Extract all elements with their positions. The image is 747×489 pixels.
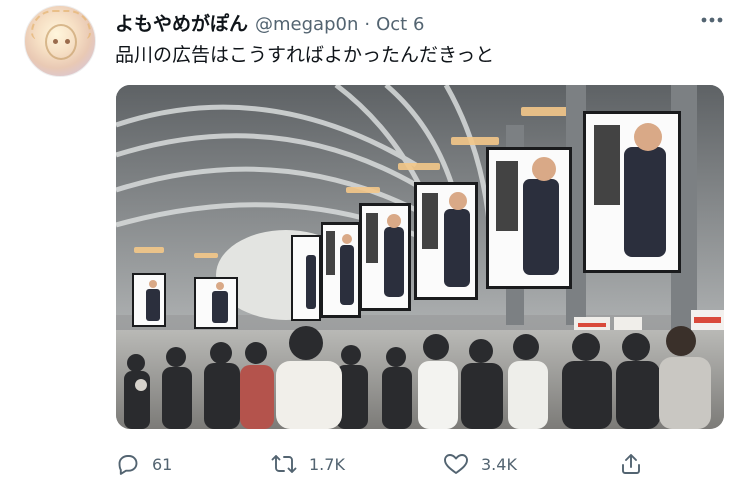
tweet-media-photo[interactable]	[116, 85, 724, 429]
reply-count: 61	[152, 454, 173, 474]
more-options-button[interactable]	[700, 8, 724, 32]
avatar-face-decoration	[45, 24, 77, 60]
avatar[interactable]	[24, 5, 96, 77]
separator-dot: ·	[364, 14, 371, 35]
retweet-count: 1.7K	[309, 454, 345, 474]
tweet-date[interactable]: Oct 6	[376, 14, 424, 35]
station-photo-illustration	[116, 85, 724, 429]
tweet-actions-bar: 61 1.7K 3.4K	[116, 446, 726, 482]
avatar-eye-decoration	[65, 39, 70, 44]
reply-button[interactable]: 61	[116, 446, 172, 482]
user-handle[interactable]: @megap0n	[255, 14, 358, 35]
like-count: 3.4K	[481, 454, 517, 474]
share-icon	[622, 454, 640, 474]
share-button[interactable]	[619, 446, 643, 482]
more-dots-icon	[701, 17, 723, 23]
tweet-text: 品川の広告はこうすればよかったんだきっと	[115, 44, 495, 66]
like-button[interactable]: 3.4K	[443, 446, 517, 482]
heart-icon	[444, 454, 468, 474]
reply-icon	[118, 455, 138, 475]
retweet-button[interactable]: 1.7K	[271, 446, 345, 482]
avatar-eye-decoration	[53, 39, 58, 44]
retweet-icon	[271, 455, 297, 473]
display-name[interactable]: よもやめがぽん	[115, 9, 248, 36]
tweet-header: よもやめがぽん @megap0n · Oct 6	[115, 9, 424, 35]
